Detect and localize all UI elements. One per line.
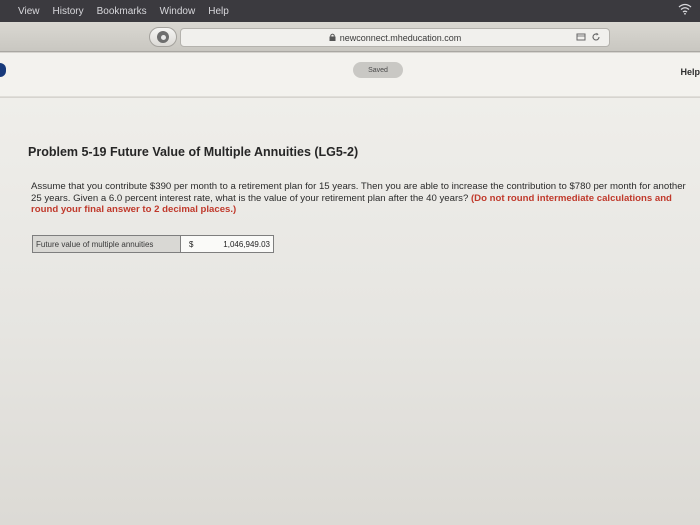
browser-toolbar: newconnect.mheducation.com: [0, 22, 700, 52]
answer-input[interactable]: $ 1,046,949.03: [181, 236, 273, 252]
address-bar-tools: [576, 32, 601, 44]
extension-button[interactable]: [149, 27, 177, 47]
menu-bar: View History Bookmarks Window Help: [0, 0, 700, 22]
question-content: Problem 5-19 Future Value of Multiple An…: [0, 98, 700, 525]
answer-value: 1,046,949.03: [223, 239, 270, 249]
answer-row: Future value of multiple annuities $ 1,0…: [32, 235, 274, 253]
saved-badge: Saved: [353, 62, 403, 78]
reader-icon[interactable]: [576, 32, 586, 44]
wifi-icon[interactable]: [678, 3, 692, 18]
extension-icon: [157, 31, 169, 43]
problem-title: Problem 5-19 Future Value of Multiple An…: [28, 145, 359, 159]
reload-icon[interactable]: [591, 32, 601, 44]
page-header: [0, 53, 700, 97]
answer-label: Future value of multiple annuities: [33, 236, 181, 252]
lock-icon: [329, 33, 336, 43]
problem-text: Assume that you contribute $390 per mont…: [31, 181, 691, 216]
menu-window[interactable]: Window: [160, 6, 196, 17]
menu-bookmarks[interactable]: Bookmarks: [97, 6, 147, 17]
url-text: newconnect.mheducation.com: [339, 32, 462, 43]
address-bar[interactable]: newconnect.mheducation.com: [180, 28, 610, 47]
menu-view[interactable]: View: [18, 6, 40, 17]
currency-symbol: $: [189, 239, 194, 249]
menu-help[interactable]: Help: [208, 6, 229, 17]
help-link[interactable]: Help: [680, 67, 700, 77]
menu-history[interactable]: History: [53, 6, 84, 17]
